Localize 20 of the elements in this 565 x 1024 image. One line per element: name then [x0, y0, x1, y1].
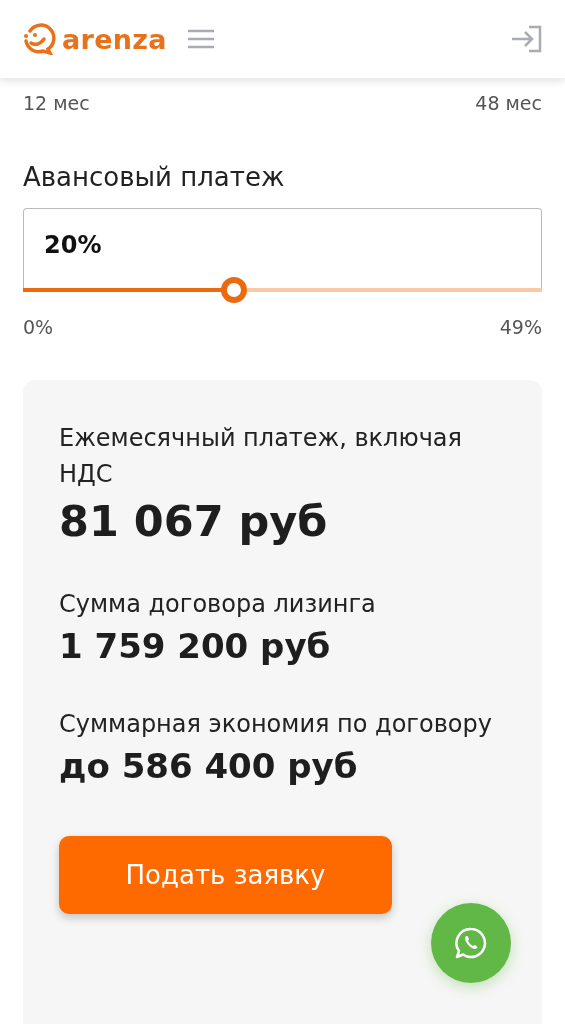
smiley-logo-icon	[22, 23, 56, 55]
menu-icon[interactable]	[186, 28, 215, 50]
summary-value: до 586 400 руб	[59, 746, 359, 786]
apply-button[interactable]: Подать заявку	[59, 836, 392, 914]
max-label: 49%	[499, 316, 542, 338]
max-label: 48 мес	[475, 92, 542, 114]
summary-value: 1 759 200 руб	[59, 626, 332, 666]
summary-label: Ежемесячный платеж, включая НДС	[59, 423, 463, 490]
login-icon[interactable]	[511, 25, 543, 53]
summary-value: 81 067 руб	[59, 496, 329, 546]
slider[interactable]	[23, 277, 542, 303]
slider-thumb[interactable]	[221, 277, 248, 303]
min-label: 0%	[23, 316, 54, 338]
field-value: 20%	[44, 231, 102, 259]
min-label: 12 мес	[23, 92, 90, 114]
whatsapp-icon	[454, 926, 488, 960]
section-title: Авансовый платеж	[23, 162, 286, 192]
summary-label: Сумма договора лизинга	[59, 589, 377, 620]
summary-label: Суммарная экономия по договору	[59, 709, 493, 740]
logo-text[interactable]: arenza	[62, 23, 167, 55]
